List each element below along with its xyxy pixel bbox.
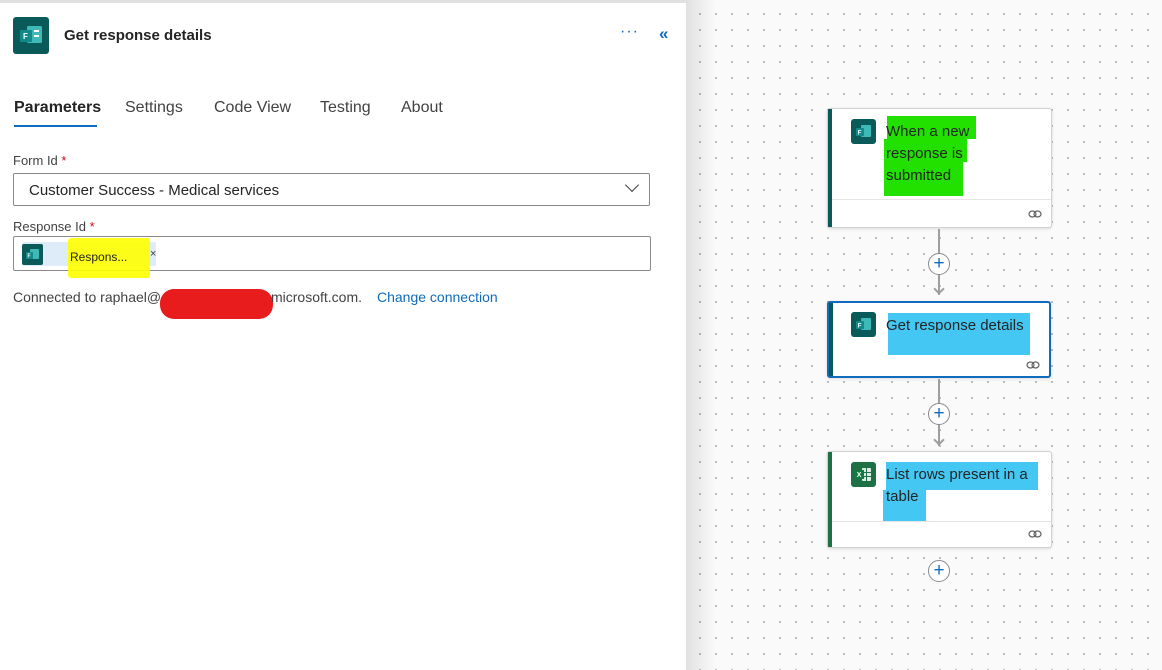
card-footer	[832, 199, 1051, 200]
trigger-card[interactable]: F When a new response is submitted	[827, 108, 1052, 228]
tab-about[interactable]: About	[401, 99, 443, 117]
chevron-down-icon	[624, 177, 640, 193]
card-footer	[832, 521, 1051, 522]
change-connection-link[interactable]: Change connection	[377, 289, 498, 305]
tab-settings[interactable]: Settings	[125, 99, 183, 117]
form-id-label: Form Id *	[13, 153, 66, 168]
forms-icon: F	[851, 119, 876, 144]
required-mark: *	[89, 219, 95, 234]
flow-canvas[interactable]: F When a new response is submitted + F G…	[686, 0, 1162, 670]
add-step-button[interactable]: +	[928, 403, 950, 425]
card-title: Get response details	[886, 317, 1024, 334]
card-title-line: submitted	[886, 167, 952, 184]
token-label: Respons...	[70, 250, 128, 264]
tab-code-view[interactable]: Code View	[214, 99, 291, 117]
arrow-down-icon	[933, 283, 945, 295]
panel-shadow	[686, 0, 716, 670]
action-details-panel: F Get response details ··· « Parameters …	[0, 0, 686, 670]
excel-icon: X	[851, 462, 876, 487]
card-title-line: List rows present in a	[886, 466, 1028, 483]
svg-text:F: F	[28, 254, 31, 260]
svg-text:F: F	[23, 32, 28, 41]
card-title-line: response is	[886, 145, 963, 162]
link-icon	[1028, 530, 1042, 538]
add-step-button[interactable]: +	[928, 560, 950, 582]
connection-suffix: microsoft.com.	[271, 289, 363, 305]
active-tab-indicator	[14, 125, 97, 127]
panel-title: Get response details	[64, 27, 212, 44]
svg-text:F: F	[858, 324, 862, 330]
form-id-value: Customer Success - Medical services	[29, 182, 280, 199]
card-title-line: When a new	[886, 123, 970, 140]
dynamic-content-token[interactable]: F Respons... ×	[22, 238, 156, 278]
response-id-input[interactable]: F Respons... ×	[13, 236, 651, 278]
response-id-label: Response Id *	[13, 219, 95, 234]
tab-parameters[interactable]: Parameters	[14, 99, 101, 117]
remove-token-button[interactable]: ×	[150, 248, 156, 260]
add-step-button[interactable]: +	[928, 253, 950, 275]
card-accent-bar	[829, 303, 833, 376]
link-icon	[1028, 210, 1042, 218]
arrow-down-icon	[933, 434, 945, 446]
card-accent-bar	[828, 109, 832, 227]
card-title-line: table	[886, 488, 919, 505]
forms-icon: F	[22, 244, 43, 265]
card-title: When a new response is submitted	[886, 121, 969, 187]
get-response-details-card[interactable]: F Get response details	[827, 301, 1051, 378]
connection-prefix: Connected to raphael@	[13, 289, 162, 305]
svg-text:X: X	[857, 472, 862, 479]
more-options-button[interactable]: ···	[620, 23, 639, 41]
collapse-panel-button[interactable]: «	[659, 24, 668, 44]
svg-text:F: F	[858, 131, 862, 137]
form-id-label-text: Form Id	[13, 153, 58, 168]
redaction-mark	[160, 289, 273, 319]
card-accent-bar	[828, 452, 832, 547]
response-id-label-text: Response Id	[13, 219, 86, 234]
form-id-dropdown[interactable]: Customer Success - Medical services	[13, 173, 650, 206]
link-icon	[1026, 361, 1040, 369]
tab-testing[interactable]: Testing	[320, 99, 371, 117]
card-title: List rows present in a table	[886, 464, 1028, 508]
required-mark: *	[61, 153, 67, 168]
list-rows-card[interactable]: X List rows present in a table	[827, 451, 1052, 548]
forms-icon: F	[851, 312, 876, 337]
forms-icon: F	[13, 17, 49, 54]
